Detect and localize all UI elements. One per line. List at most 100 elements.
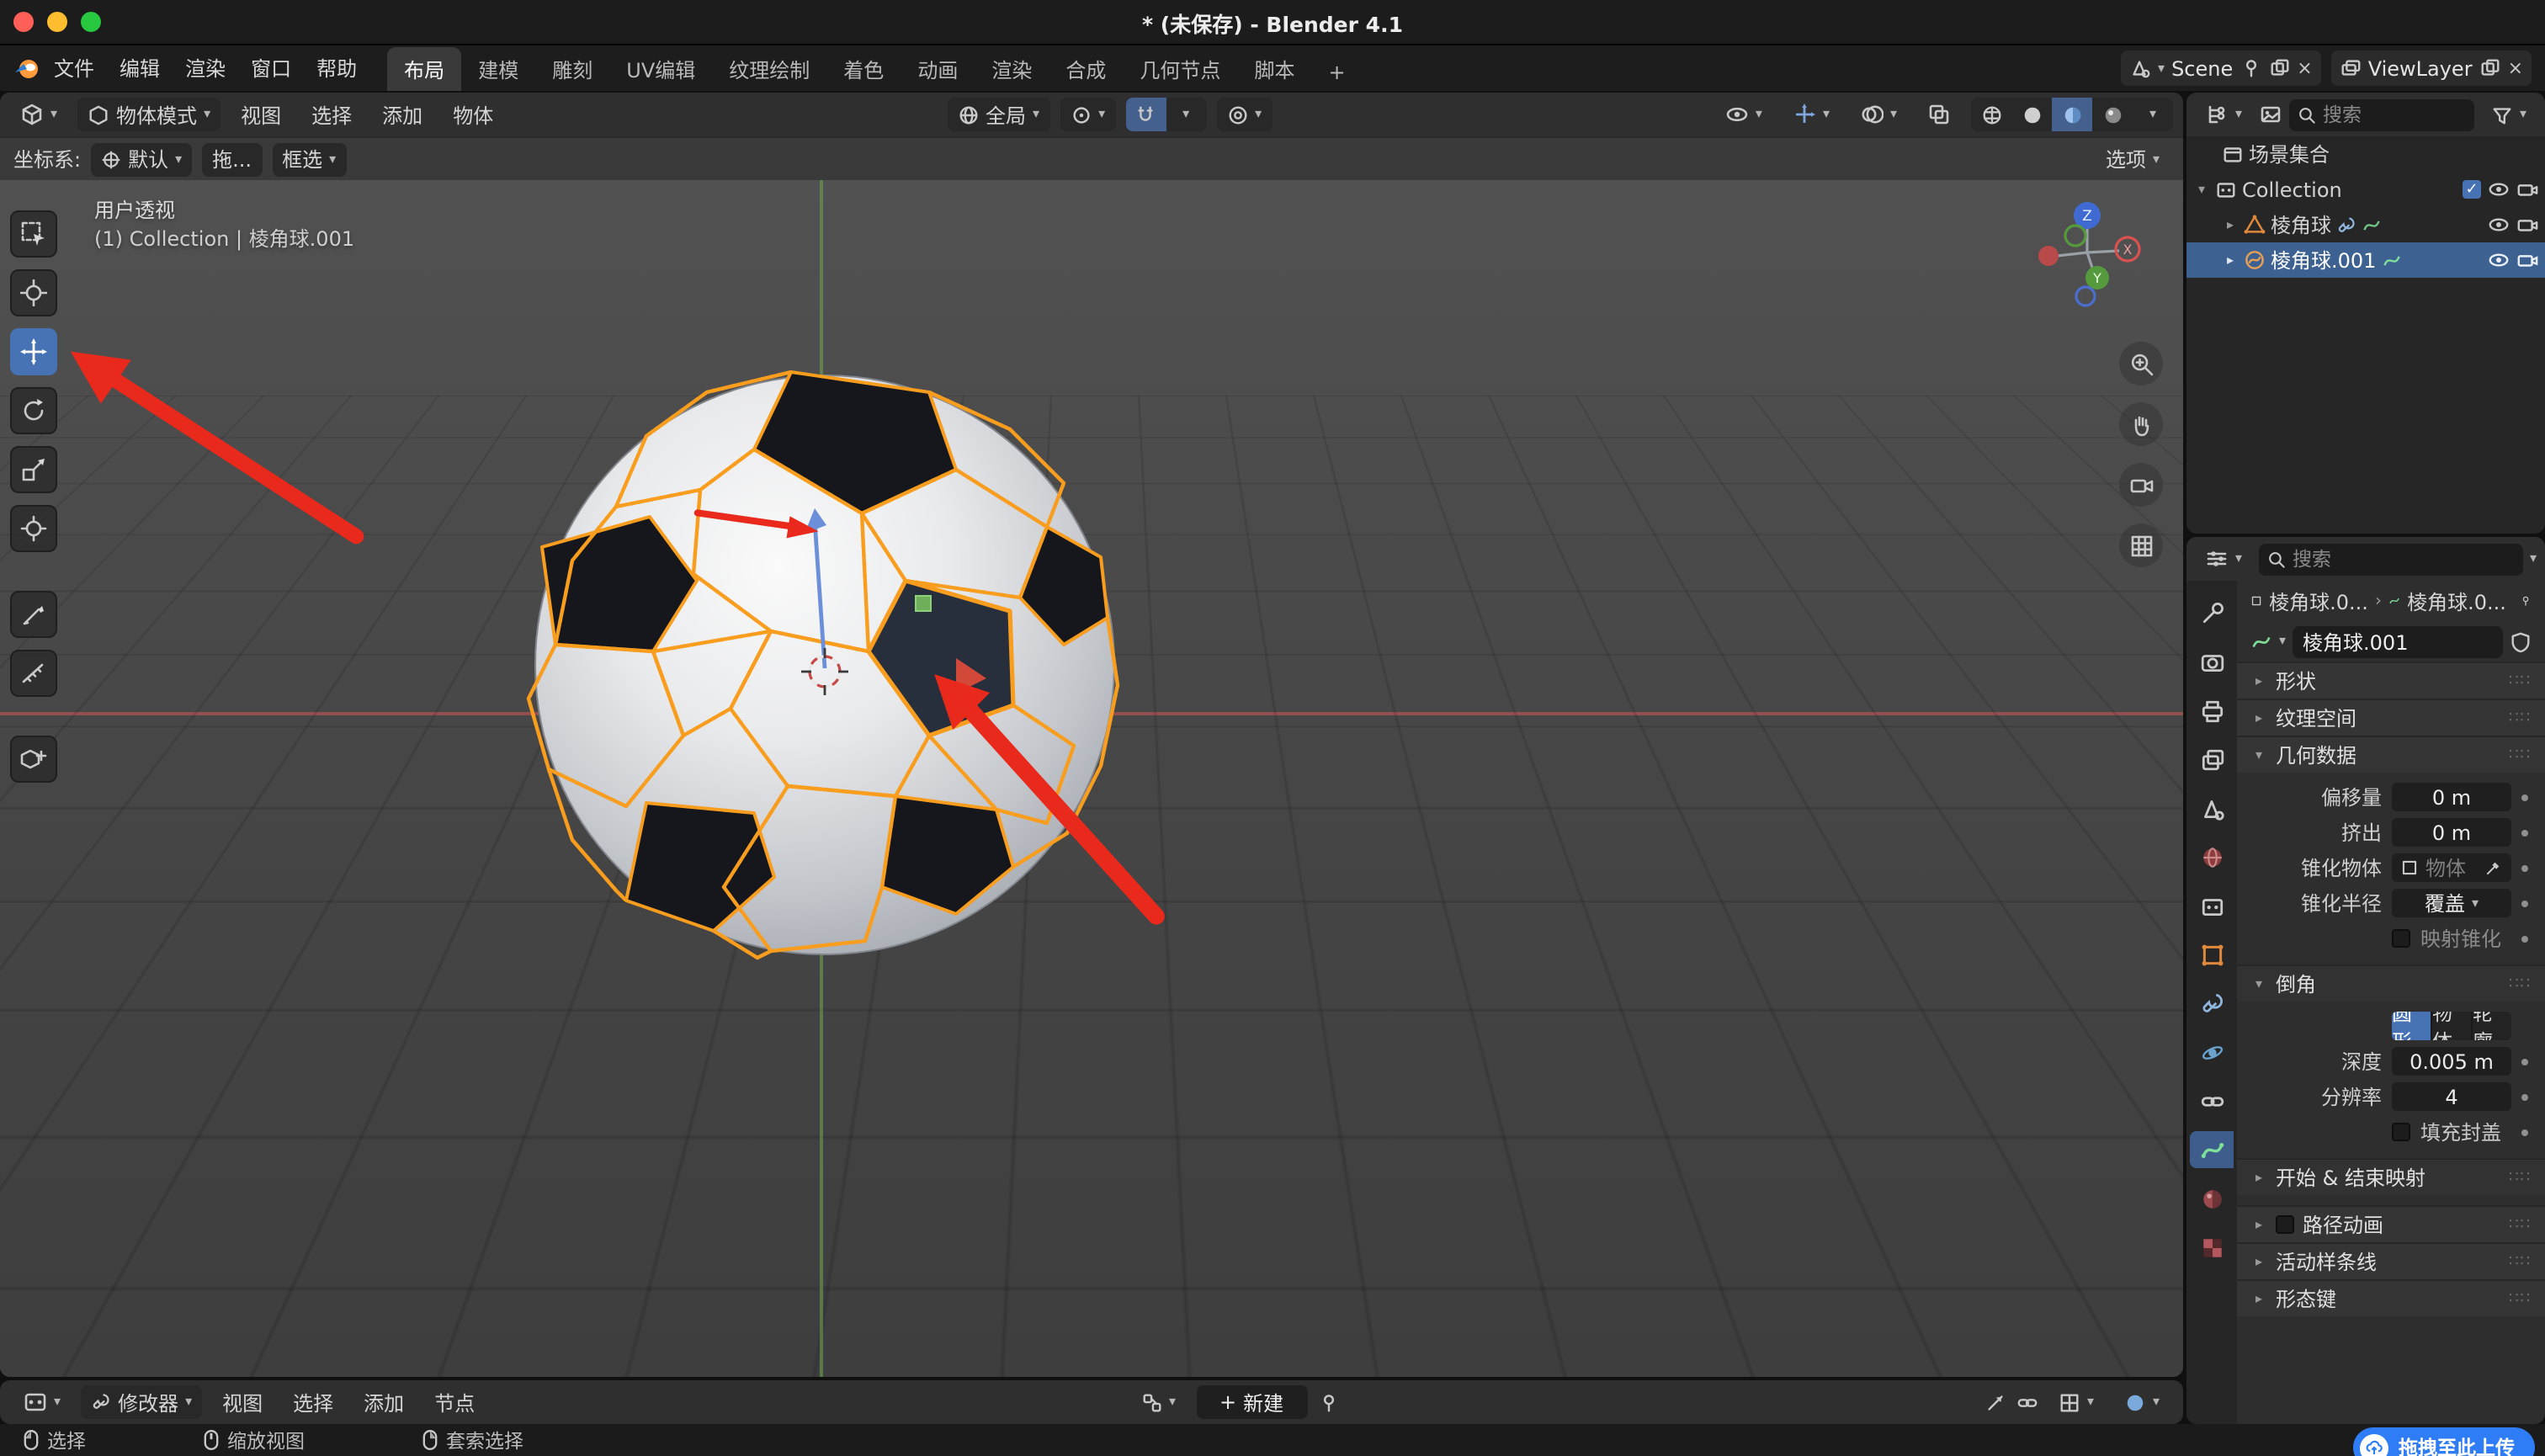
node-overlay-dropdown[interactable]: ▾	[2114, 1385, 2170, 1419]
new-node-tree-button[interactable]: + 新建	[1196, 1385, 1308, 1419]
tab-view-layer[interactable]	[2190, 741, 2234, 778]
viewport-canvas[interactable]: 用户透视 (1) Collection | 棱角球.001 Z X Y	[0, 180, 2183, 1377]
breadcrumb-object[interactable]: 棱角球.0...	[2269, 587, 2368, 615]
pan-hand-button[interactable]	[2119, 402, 2163, 446]
chevron-down-icon[interactable]: ▾	[2279, 634, 2286, 648]
tab-shading[interactable]: 着色	[826, 47, 901, 91]
node-menu-node[interactable]: 节点	[424, 1384, 485, 1420]
new-scene-icon[interactable]	[2268, 57, 2290, 79]
animate-dot[interactable]	[2521, 829, 2528, 836]
add-primitive-tool[interactable]	[10, 736, 57, 783]
snap-toggle[interactable]	[1125, 98, 1166, 131]
datablock-name-field[interactable]: 棱角球.001	[2293, 625, 2503, 657]
tab-add-workspace[interactable]: +	[1311, 52, 1362, 91]
chevron-down-icon[interactable]: ▾	[2530, 551, 2537, 566]
depth-field[interactable]: 0.005 m	[2392, 1047, 2511, 1076]
editor-type-button[interactable]: ▾	[10, 98, 67, 131]
axis-y-negative[interactable]	[2064, 224, 2087, 247]
tab-geometry-nodes[interactable]: 几何节点	[1123, 47, 1237, 91]
node-editor-type-button[interactable]: ▾	[13, 1385, 71, 1419]
parent-offset-icon[interactable]	[1984, 1391, 2006, 1413]
expand-icon[interactable]: ▸	[2222, 217, 2239, 232]
pin-icon[interactable]	[1317, 1391, 1339, 1413]
drag-handle-icon[interactable]: ∷∷	[2509, 1253, 2532, 1270]
map-taper-checkbox[interactable]	[2392, 929, 2410, 948]
menu-render[interactable]: 渲染	[173, 49, 237, 88]
drag-handle-icon[interactable]: ∷∷	[2509, 1169, 2532, 1186]
scale-tool[interactable]	[10, 446, 57, 493]
drag-action-dropdown[interactable]: 拖...	[202, 142, 263, 176]
menu-edit[interactable]: 编辑	[108, 49, 172, 88]
animate-dot[interactable]	[2521, 864, 2528, 871]
display-mode-icon[interactable]	[2259, 103, 2282, 126]
properties-editor-type[interactable]: ▾	[2195, 542, 2252, 576]
minimize-traffic-light[interactable]	[47, 12, 67, 32]
select-box-tool[interactable]	[10, 210, 57, 258]
tab-texture[interactable]	[2190, 1229, 2234, 1266]
drag-handle-icon[interactable]: ∷∷	[2509, 1216, 2532, 1233]
select-mode-dropdown[interactable]: 框选 ▾	[272, 142, 347, 176]
outliner-row-object1[interactable]: ▸ 棱角球	[2186, 207, 2545, 242]
tab-output[interactable]	[2190, 692, 2234, 729]
tab-physics[interactable]	[2190, 1034, 2234, 1071]
outliner-search[interactable]	[2289, 98, 2474, 130]
expand-icon[interactable]: ▸	[2222, 252, 2239, 268]
extrude-field[interactable]: 0 m	[2392, 818, 2511, 847]
tab-material[interactable]	[2190, 1180, 2234, 1217]
close-traffic-light[interactable]	[13, 12, 34, 32]
transform-orientation-selector[interactable]: 全局 ▾	[947, 98, 1050, 131]
shading-rendered-button[interactable]	[2092, 98, 2133, 131]
node-menu-add[interactable]: 添加	[353, 1384, 414, 1420]
viewport-menu-select[interactable]: 选择	[301, 97, 362, 132]
navigation-gizmo[interactable]: Z X Y	[2035, 200, 2143, 308]
menu-file[interactable]: 文件	[42, 49, 106, 88]
node-tree-type-dropdown[interactable]: 修改器 ▾	[81, 1385, 203, 1419]
tab-world[interactable]	[2190, 838, 2234, 875]
soccer-ball-object[interactable]	[508, 348, 1141, 981]
animate-dot[interactable]	[2521, 1058, 2528, 1065]
tab-texture-paint[interactable]: 纹理绘制	[712, 47, 826, 91]
section-path-animation[interactable]: ▸ 路径动画 ∷∷	[2237, 1205, 2545, 1242]
axis-z-negative[interactable]	[2075, 285, 2096, 307]
menu-help[interactable]: 帮助	[305, 49, 369, 88]
section-start-end-mapping[interactable]: ▸ 开始 & 结束映射 ∷∷	[2237, 1158, 2545, 1195]
drag-handle-icon[interactable]: ∷∷	[2509, 672, 2532, 689]
tab-constraints[interactable]	[2190, 1082, 2234, 1119]
eye-icon[interactable]	[2488, 214, 2510, 236]
viewport-menu-view[interactable]: 视图	[231, 97, 291, 132]
xray-toggle[interactable]	[1917, 98, 1961, 131]
remove-viewlayer-icon[interactable]: ×	[2508, 57, 2523, 79]
shading-wireframe-button[interactable]	[1971, 98, 2011, 131]
resolution-field[interactable]: 4	[2392, 1082, 2511, 1111]
section-active-spline[interactable]: ▸ 活动样条线 ∷∷	[2237, 1242, 2545, 1279]
object2-label[interactable]: 棱角球.001	[2271, 246, 2376, 274]
outliner-row-object2-selected[interactable]: ▸ 棱角球.001	[2186, 242, 2545, 278]
fake-user-shield-icon[interactable]	[2510, 630, 2532, 652]
measure-tool[interactable]	[10, 650, 57, 697]
tab-object-data[interactable]	[2190, 1131, 2234, 1168]
collection-checkbox[interactable]: ✓	[2463, 180, 2481, 199]
link-icon[interactable]	[2016, 1391, 2038, 1413]
annotate-tool[interactable]	[10, 591, 57, 638]
cursor-tool[interactable]	[10, 269, 57, 316]
transform-tool[interactable]	[10, 505, 57, 552]
section-bevel[interactable]: ▾ 倒角 ∷∷	[2237, 964, 2545, 1002]
section-shape-keys[interactable]: ▸ 形态键 ∷∷	[2237, 1279, 2545, 1316]
tab-collection[interactable]	[2190, 887, 2234, 924]
outliner-display-mode[interactable]: ▾	[2195, 98, 2252, 131]
move-tool[interactable]	[10, 328, 57, 375]
toggle-ortho-button[interactable]	[2119, 523, 2163, 567]
shading-solid-button[interactable]	[2011, 98, 2052, 131]
drag-handle-icon[interactable]: ∷∷	[2509, 975, 2532, 992]
taper-radius-dropdown[interactable]: 覆盖 ▾	[2392, 889, 2511, 917]
shading-material-button[interactable]	[2052, 98, 2092, 131]
outliner-search-input[interactable]	[2323, 103, 2466, 126]
shading-settings-dropdown[interactable]: ▾	[2133, 98, 2173, 131]
new-viewlayer-icon[interactable]	[2479, 57, 2501, 79]
node-datablock-selector[interactable]: ▾	[1130, 1385, 1186, 1419]
gizmos-dropdown[interactable]: ▾	[1783, 98, 1840, 131]
tab-compositing[interactable]: 合成	[1049, 47, 1123, 91]
node-snap-dropdown[interactable]: ▾	[2048, 1385, 2104, 1419]
bevel-object-button[interactable]: 物体	[2432, 1012, 2473, 1040]
breadcrumb-data[interactable]: 棱角球.0...	[2407, 587, 2506, 615]
